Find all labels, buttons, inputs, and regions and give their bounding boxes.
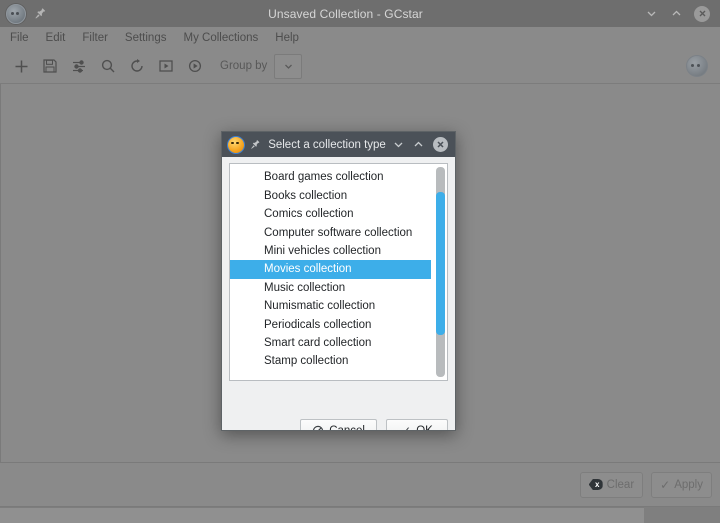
- dialog-title: Select a collection type: [261, 139, 393, 151]
- list-item-selected[interactable]: Movies collection: [230, 260, 431, 278]
- check-icon: ✓: [401, 425, 411, 431]
- search-icon[interactable]: [95, 53, 121, 79]
- dialog-window-controls: [393, 137, 448, 152]
- apply-button[interactable]: ✓ Apply: [651, 472, 712, 498]
- list-item[interactable]: Periodicals collection: [230, 316, 431, 334]
- statusbar: [0, 507, 720, 523]
- collection-type-list-scroll: ▼ Default models Board games collection …: [230, 163, 447, 380]
- maximize-button[interactable]: [669, 7, 683, 21]
- toolbar-overflow-icon[interactable]: [686, 55, 708, 77]
- window-titlebar: Unsaved Collection - GCstar: [0, 0, 720, 27]
- collection-type-list[interactable]: ▼ Default models Board games collection …: [229, 163, 448, 381]
- list-item[interactable]: Comics collection: [230, 205, 431, 223]
- list-item[interactable]: Mini vehicles collection: [230, 242, 431, 260]
- close-button[interactable]: [694, 6, 710, 22]
- statusbar-segment: [644, 507, 720, 523]
- filter-action-bar: x Clear ✓ Apply: [0, 462, 720, 507]
- dialog-button-row: Cancel ✓ OK: [300, 419, 448, 431]
- refresh-icon[interactable]: [124, 53, 150, 79]
- list-item[interactable]: Board games collection: [230, 168, 431, 186]
- pin-icon[interactable]: [250, 139, 261, 150]
- gcstar-dialog-icon[interactable]: [227, 136, 245, 154]
- gcstar-window: Unsaved Collection - GCstar File Edit Fi…: [0, 0, 720, 523]
- menu-item-filter[interactable]: Filter: [82, 32, 108, 44]
- check-icon: ✓: [660, 479, 670, 491]
- window-title: Unsaved Collection - GCstar: [47, 7, 644, 21]
- clear-button[interactable]: x Clear: [580, 472, 643, 498]
- titlebar-left-controls: [6, 4, 47, 24]
- ok-button-label: OK: [416, 425, 433, 431]
- cancel-icon: [312, 425, 324, 431]
- play-icon[interactable]: [182, 53, 208, 79]
- pin-icon[interactable]: [34, 7, 47, 20]
- display-icon[interactable]: [153, 53, 179, 79]
- ok-button[interactable]: ✓ OK: [386, 419, 448, 431]
- apply-button-label: Apply: [674, 479, 703, 491]
- menu-item-my-collections[interactable]: My Collections: [183, 32, 258, 44]
- list-item[interactable]: Computer software collection: [230, 224, 431, 242]
- cancel-button-label: Cancel: [329, 425, 365, 431]
- list-item[interactable]: Numismatic collection: [230, 297, 431, 315]
- statusbar-message: [0, 507, 644, 523]
- list-group-label: Default models: [257, 163, 334, 165]
- minimize-button[interactable]: [644, 7, 658, 21]
- menubar: File Edit Filter Settings My Collections…: [0, 27, 720, 49]
- clipped-panel-edge: Title Date Time Rating Genre: [1, 84, 11, 462]
- menu-item-settings[interactable]: Settings: [125, 32, 167, 44]
- list-group-default-models[interactable]: ▼ Default models: [230, 163, 431, 168]
- dialog-close-button[interactable]: [433, 137, 448, 152]
- list-item[interactable]: Music collection: [230, 279, 431, 297]
- group-by-combo[interactable]: [274, 54, 302, 79]
- clear-button-label: Clear: [607, 479, 634, 491]
- menu-item-file[interactable]: File: [10, 32, 29, 44]
- menu-item-edit[interactable]: Edit: [46, 32, 66, 44]
- dialog-maximize-button[interactable]: [413, 139, 424, 150]
- vertical-scrollbar-handle[interactable]: [436, 192, 445, 335]
- gcstar-app-icon[interactable]: [6, 4, 26, 24]
- add-icon[interactable]: [8, 53, 34, 79]
- dialog-body: ▼ Default models Board games collection …: [222, 157, 455, 431]
- titlebar-window-controls: [644, 6, 710, 22]
- options-icon[interactable]: [66, 53, 92, 79]
- toolbar: Group by: [0, 49, 720, 84]
- chevron-down-icon: [283, 61, 294, 72]
- dialog-titlebar: Select a collection type: [222, 132, 455, 157]
- vertical-scrollbar[interactable]: [436, 167, 445, 377]
- group-by-label: Group by: [220, 60, 267, 72]
- list-item[interactable]: Books collection: [230, 187, 431, 205]
- menu-item-help[interactable]: Help: [275, 32, 299, 44]
- clear-icon: x: [589, 479, 603, 490]
- save-icon[interactable]: [37, 53, 63, 79]
- list-item[interactable]: Stamp collection: [230, 352, 431, 370]
- dialog-minimize-button[interactable]: [393, 139, 404, 150]
- cancel-button[interactable]: Cancel: [300, 419, 377, 431]
- list-item[interactable]: Smart card collection: [230, 334, 431, 352]
- select-collection-type-dialog: Select a collection type ▼ Default: [221, 131, 456, 431]
